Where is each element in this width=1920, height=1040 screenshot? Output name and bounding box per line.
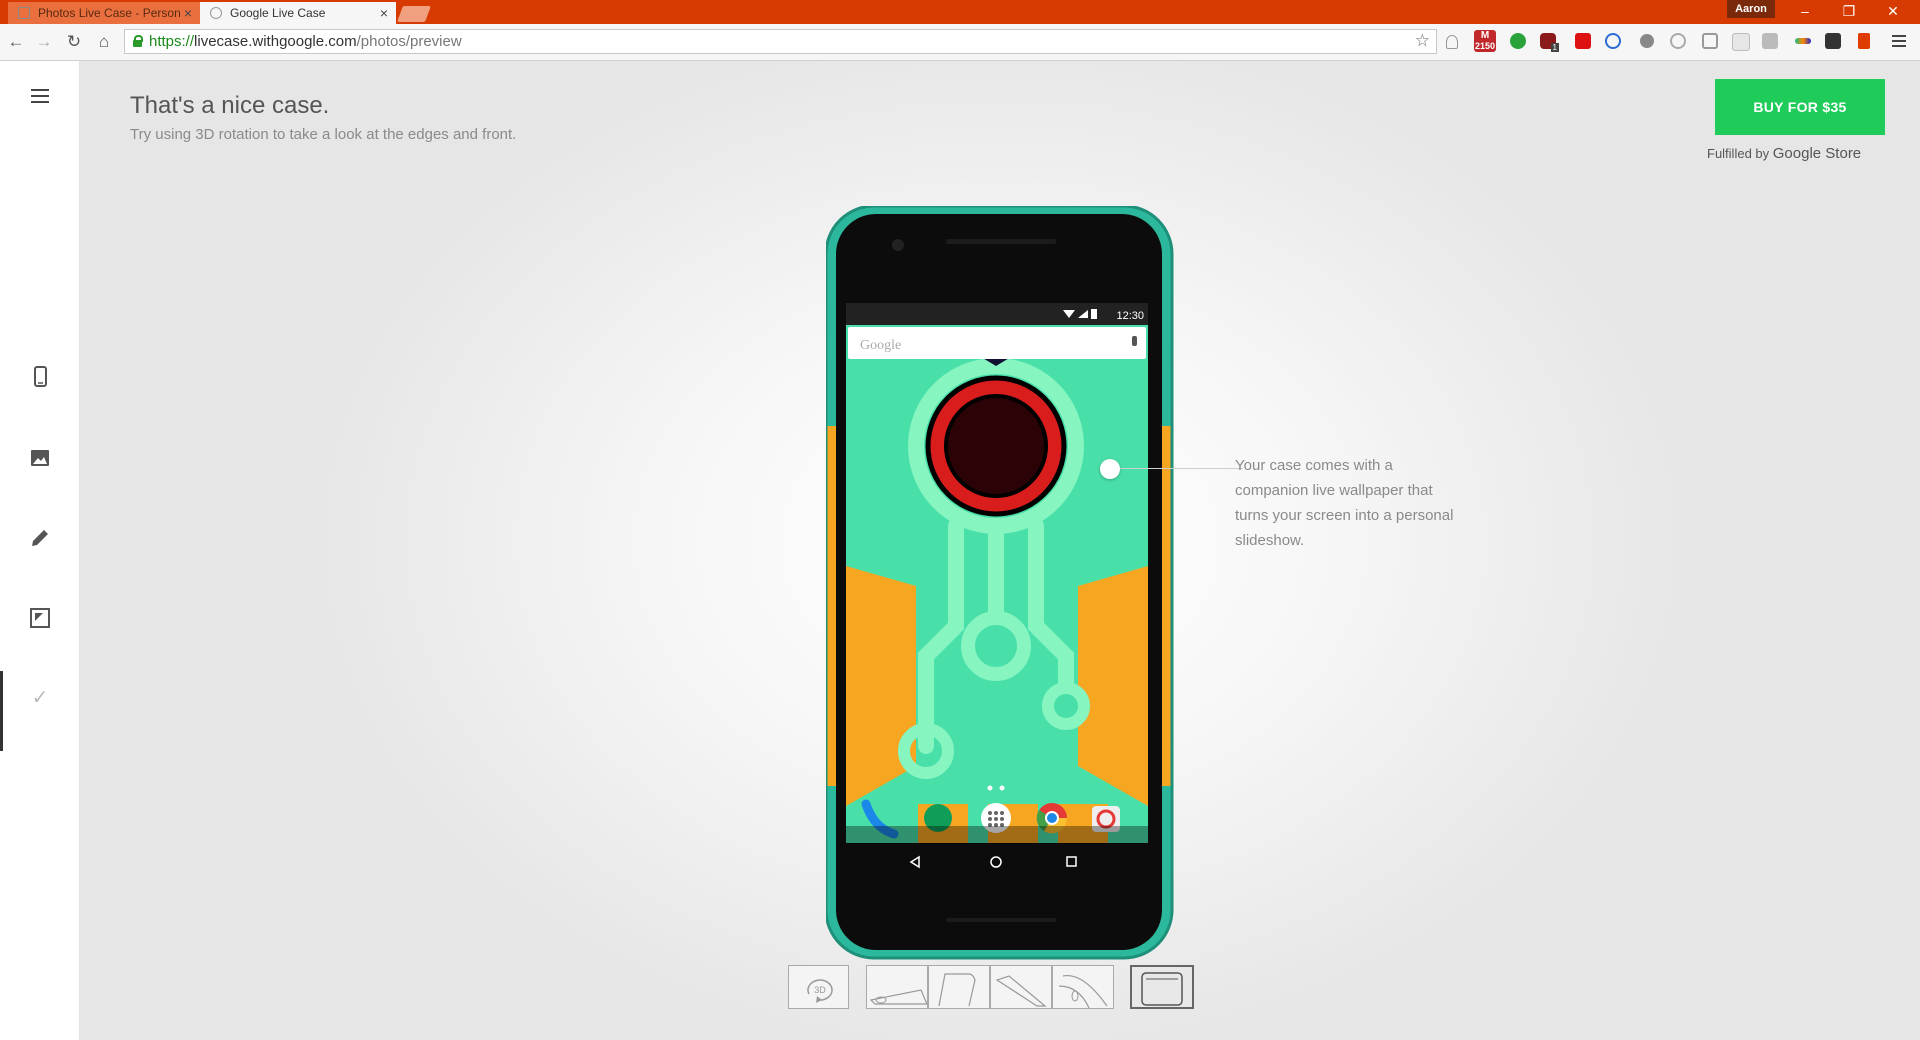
css-ext-icon[interactable] xyxy=(1762,33,1778,49)
forward-icon[interactable]: → xyxy=(32,30,56,54)
office-ext-icon[interactable] xyxy=(1858,33,1870,49)
view-side-edge-button[interactable] xyxy=(990,965,1052,1009)
menu-icon[interactable] xyxy=(26,85,54,113)
phone-screen: 12:30 Google xyxy=(846,303,1148,843)
search-widget-label: Google xyxy=(860,338,901,353)
opera-ext-icon[interactable] xyxy=(1670,33,1686,49)
status-time: 12:30 xyxy=(1116,310,1144,322)
new-tab-button[interactable] xyxy=(397,6,431,22)
mail-ext-icon[interactable] xyxy=(1732,33,1750,51)
preview-stage: That's a nice case. Try using 3D rotatio… xyxy=(80,61,1920,1040)
browser-toolbar: ← → ↻ ⌂ https://livecase.withgoogle.com/… xyxy=(0,24,1920,61)
tab-google-live-case[interactable]: Google Live Case × xyxy=(200,2,396,24)
rotate-3d-label: 3D xyxy=(814,985,826,995)
chrome-menu-icon[interactable] xyxy=(1892,33,1906,49)
left-nav-rail: ✓ xyxy=(0,61,80,1040)
address-bar[interactable]: https://livecase.withgoogle.com/photos/p… xyxy=(124,29,1437,54)
tab-favicon-icon xyxy=(210,7,222,19)
bookmark-star-icon[interactable]: ☆ xyxy=(1415,31,1430,51)
frame-icon[interactable] xyxy=(26,604,54,632)
gmail-checker-icon[interactable]: M 2150 xyxy=(1474,30,1496,52)
buy-button[interactable]: BUY FOR $35 xyxy=(1715,79,1885,135)
tab-close-icon[interactable]: × xyxy=(184,2,192,24)
tab-photos-live-case[interactable]: Photos Live Case - Person × xyxy=(8,2,200,24)
view-top-edge-button[interactable] xyxy=(928,965,990,1009)
view-bottom-edge-button[interactable] xyxy=(866,965,928,1009)
rainbow-ext-icon[interactable] xyxy=(1795,38,1811,44)
es-ext-icon[interactable] xyxy=(1825,33,1841,49)
reload-icon[interactable]: ↻ xyxy=(62,30,86,54)
page-subtitle: Try using 3D rotation to take a look at … xyxy=(130,126,517,143)
ublock-icon[interactable]: 1 xyxy=(1540,33,1559,52)
front-camera-icon xyxy=(892,239,904,251)
hangouts-ext-icon[interactable] xyxy=(1510,33,1526,49)
close-window-icon[interactable]: ✕ xyxy=(1873,0,1913,22)
view-front-button[interactable] xyxy=(1130,965,1194,1009)
restore-icon[interactable]: ❐ xyxy=(1829,0,1869,22)
minimize-icon[interactable]: – xyxy=(1785,0,1825,22)
callout-line xyxy=(1120,468,1243,469)
tab-favicon-icon xyxy=(18,7,30,19)
phone-icon[interactable] xyxy=(26,363,54,391)
bottom-speaker xyxy=(946,918,1056,922)
callout-text: Your case comes with a companion live wa… xyxy=(1235,457,1454,549)
fulfilled-by-text: Fulfilled by Google Store xyxy=(1707,145,1862,162)
profile-button[interactable]: Aaron xyxy=(1727,0,1775,18)
tab-title: Google Live Case xyxy=(230,6,326,20)
pencil-icon[interactable] xyxy=(26,524,54,552)
browser-titlebar: Photos Live Case - Person × Google Live … xyxy=(0,0,1920,24)
youtube-ext-icon[interactable] xyxy=(1575,33,1591,49)
notification-bell-icon[interactable] xyxy=(1446,35,1458,49)
callout-hotspot[interactable] xyxy=(1100,459,1120,479)
battery-icon xyxy=(1091,309,1097,319)
check-icon[interactable]: ✓ xyxy=(26,684,54,712)
view-3d-rotate-button[interactable]: 3D xyxy=(788,965,849,1009)
active-step-indicator xyxy=(0,671,3,751)
page-title: That's a nice case. xyxy=(130,92,330,119)
lock-icon xyxy=(133,35,143,47)
url-text: https://livecase.withgoogle.com/photos/p… xyxy=(149,33,462,50)
tab-title: Photos Live Case - Person xyxy=(38,6,181,20)
back-icon[interactable]: ← xyxy=(4,30,28,54)
image-icon[interactable] xyxy=(26,444,54,472)
google-store-logo: Google Store xyxy=(1772,145,1862,162)
mic-icon xyxy=(1132,336,1137,346)
sync-ext-icon[interactable] xyxy=(1605,33,1621,49)
view-corner-button[interactable] xyxy=(1052,965,1114,1009)
reader-ext-icon[interactable] xyxy=(1702,33,1718,49)
phone-case-preview[interactable]: 12:30 Google xyxy=(826,206,1174,961)
circle-ext-icon[interactable] xyxy=(1640,34,1654,48)
home-icon[interactable]: ⌂ xyxy=(92,30,116,54)
earpiece xyxy=(946,239,1056,244)
tab-close-icon[interactable]: × xyxy=(380,2,388,24)
